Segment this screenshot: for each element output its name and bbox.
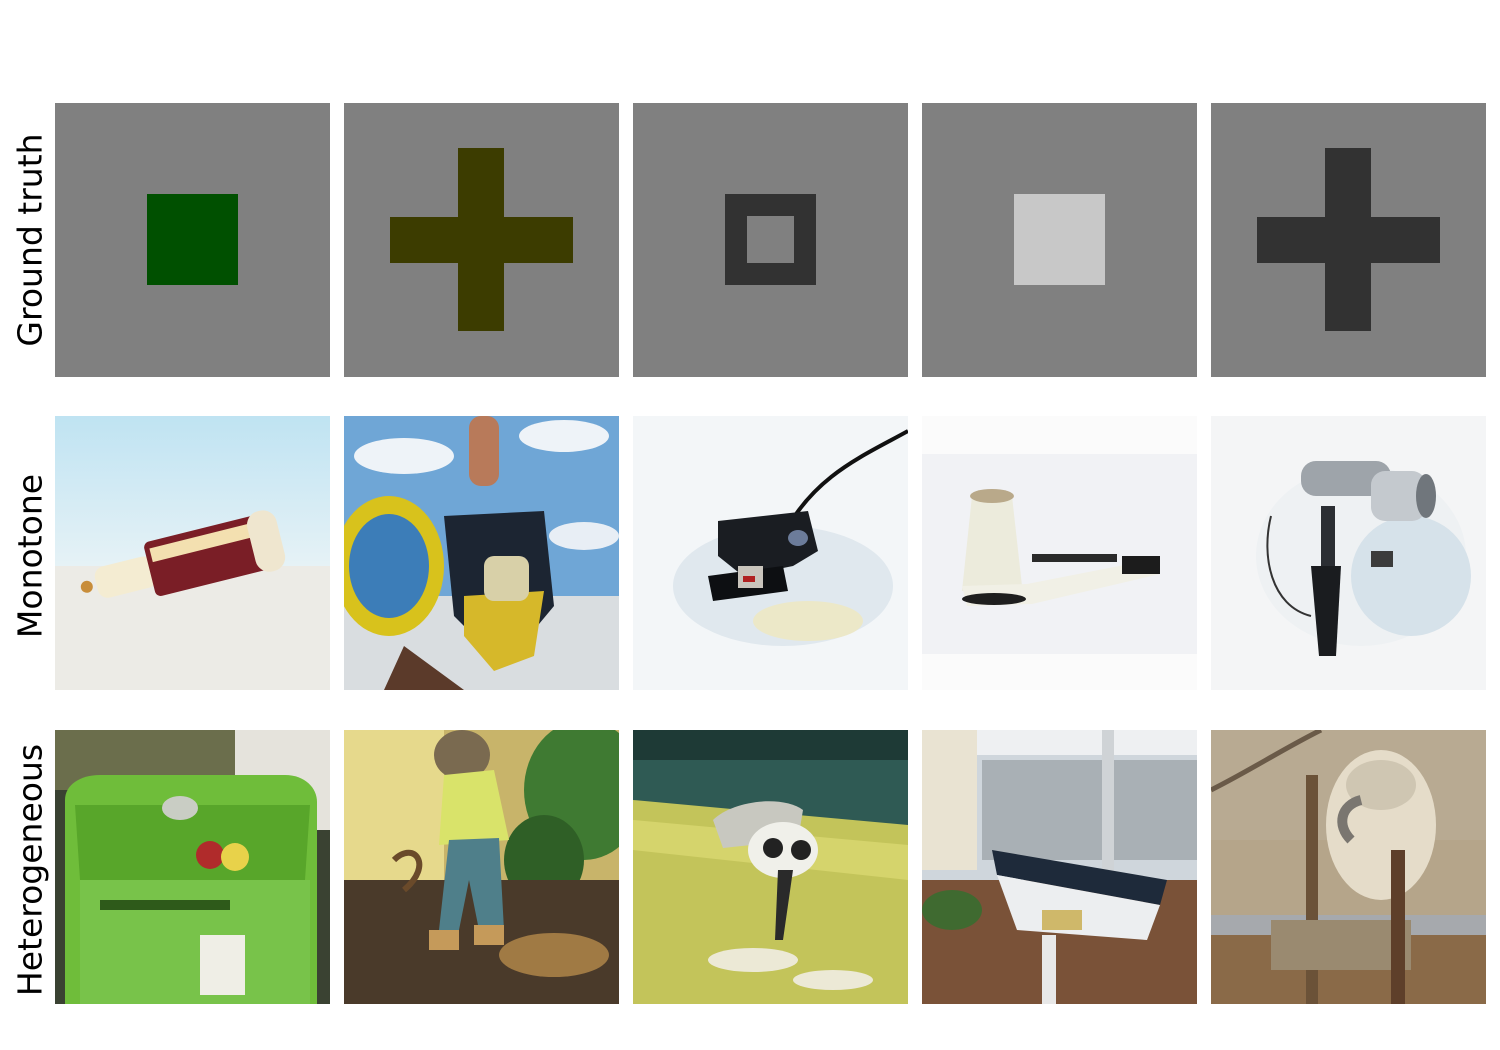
row-label-monotone: Monotone	[10, 473, 50, 639]
heterogeneous-image-bench-sign	[922, 730, 1197, 1004]
ground-truth-dark-cross	[1211, 103, 1486, 377]
ground-truth-cross	[344, 103, 619, 377]
monotone-image-glue-tube	[55, 416, 330, 690]
ground-truth-light-square	[922, 103, 1197, 377]
monotone-image-metal-device	[1211, 416, 1486, 690]
monotone-image-black-gadget	[633, 416, 908, 690]
ground-truth-cell	[922, 103, 1197, 377]
ground-truth-cell	[1211, 103, 1486, 377]
heterogeneous-image-boy-figure	[344, 730, 619, 1004]
ground-truth-cell	[344, 103, 619, 377]
ground-truth-cell	[55, 103, 330, 377]
heterogeneous-image-robot-creature	[633, 730, 908, 1004]
monotone-image-hand-held-toy	[344, 416, 619, 690]
row-label-heterogeneous: Heterogeneous	[10, 743, 50, 997]
ground-truth-hollow-square	[633, 103, 908, 377]
ground-truth-square	[55, 103, 330, 377]
heterogeneous-image-goat-sculpture	[1211, 730, 1486, 1004]
heterogeneous-image-green-bin	[55, 730, 330, 1004]
row-label-ground-truth: Ground truth	[10, 133, 50, 347]
ground-truth-cell	[633, 103, 908, 377]
monotone-image-hair-dryer	[922, 416, 1197, 690]
